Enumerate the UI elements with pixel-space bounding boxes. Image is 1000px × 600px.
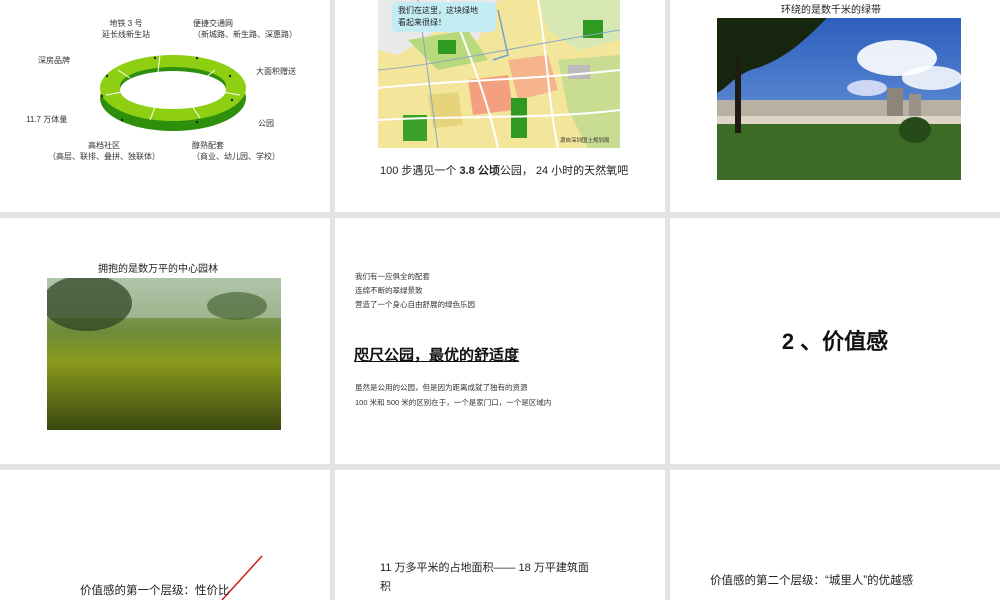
slide4-title: 拥抱的是数万平的中心园林 [98,264,218,275]
slide-thumbnail-6[interactable]: 2 、价值感 [670,218,1000,464]
map-source: 源自深圳国土规划局 [560,138,610,144]
slide9-text: 价值感的第二个层级：“城里人”的优越感 [710,575,914,587]
metro-label: 地铁 3 号 延长线新生站 [102,19,150,39]
slide2-caption: 100 步遇见一个 3.8 公顷公园， 24 小时的天然氧吧 [380,165,629,177]
slide-thumbnail-8[interactable]: 11 万多平米的占地面积—— 18 万平建筑面 积 [335,470,665,600]
slide3-title: 环绕的是数千米的绿带 [781,5,881,16]
lawn-photo [47,278,281,430]
slide-thumbnail-4[interactable]: 拥抱的是数万平的中心园林 [0,218,330,464]
body-line-1: 虽然是公用的公园，但是因为距离成就了独有的资源 [355,383,528,392]
volume-label: 11.7 万体量 [26,115,68,124]
traffic-label: 便捷交通网 （新城路、新生路、深惠路） [193,19,297,39]
facilities-label: 醇熟配套 （商业、幼儿园、学校） [192,141,280,161]
slide-thumbnail-1[interactable]: 地铁 3 号 延长线新生站 便捷交通网 （新城路、新生路、深惠路） 深房品牌 大… [0,0,330,212]
slide-thumbnail-5[interactable]: 我们有一应俱全的配套 连绵不断的翠绿景致 营造了一个身心自由舒展的绿色乐园 咫尺… [335,218,665,464]
slide-thumbnail-2[interactable]: 我们在这里，这块绿地 看起来很绿！ 源自深圳国土规划局 100 步遇见一个 3.… [335,0,665,212]
intro-line-2: 连绵不断的翠绿景致 [355,286,423,295]
section-title: 2 、价值感 [781,329,889,354]
park-label: 公园 [258,119,274,128]
red-strike-line [221,555,263,600]
body-line-2: 100 米和 500 米的区别在于，一个是家门口，一个是区域内 [355,398,552,407]
slide8-line-2: 积 [380,581,391,593]
intro-line-3: 营造了一个身心自由舒展的绿色乐园 [355,300,475,309]
gift-label: 大面积赠送 [256,67,296,76]
callout-bubble: 我们在这里，这块绿地 看起来很绿！ [392,2,496,32]
brand-label: 深房品牌 [38,56,70,65]
community-label: 高档社区 （高层、联排、叠拼、独联体） [48,141,160,161]
slide-thumbnail-7[interactable]: 价值感的第一个层级：性价比 [0,470,330,600]
slide5-heading: 咫尺公园，最优的舒适度 [354,347,520,364]
slide8-line-1: 11 万多平米的占地面积—— 18 万平建筑面 [380,562,589,574]
intro-line-1: 我们有一应俱全的配套 [355,272,430,281]
slide-thumbnail-3[interactable]: 环绕的是数千米的绿带 [670,0,1000,212]
slide-thumbnail-9[interactable]: 价值感的第二个层级：“城里人”的优越感 [670,470,1000,600]
green-belt-photo [717,18,961,180]
slide7-text: 价值感的第一个层级：性价比 [80,585,230,597]
